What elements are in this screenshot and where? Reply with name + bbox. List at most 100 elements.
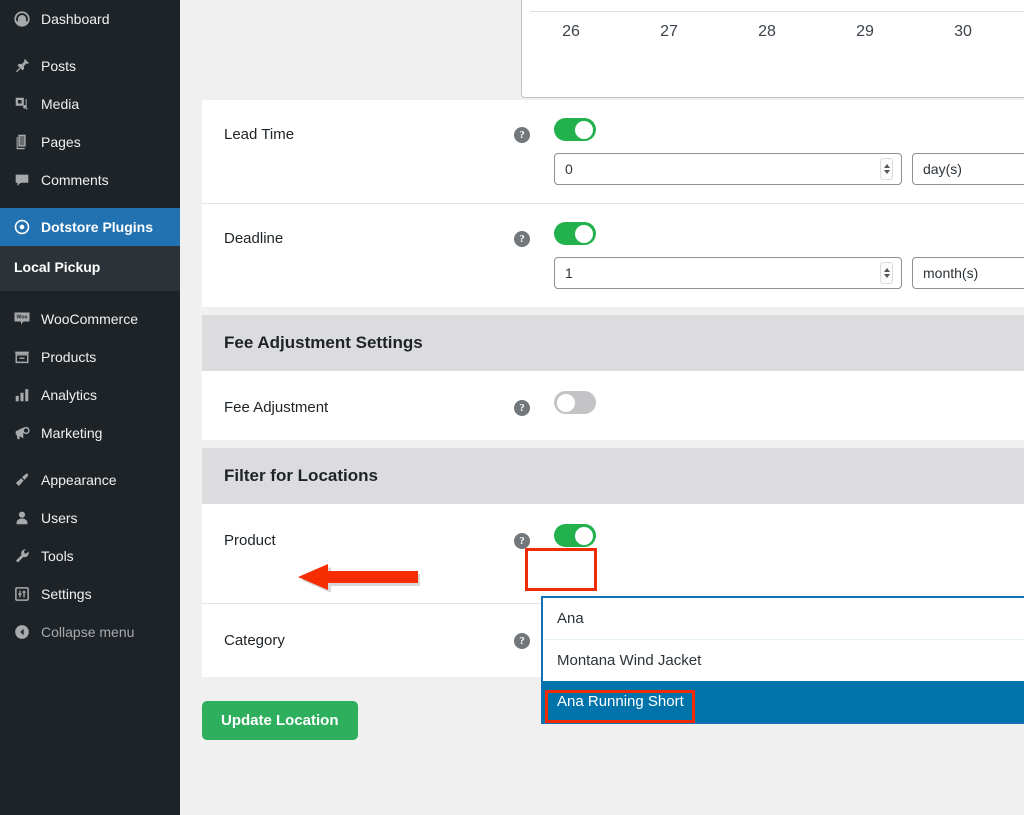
sidebar-item-dotstore-plugins[interactable]: Dotstore Plugins (0, 208, 188, 246)
admin-sidebar: Dashboard Posts Media Pages Comments Dot… (0, 0, 188, 815)
deadline-toggle[interactable] (554, 222, 596, 245)
sidebar-item-woocommerce[interactable]: Woo WooCommerce (0, 300, 180, 338)
lead-time-value: 0 (565, 161, 573, 177)
sidebar-item-pages[interactable]: Pages (0, 123, 180, 161)
sidebar-item-users[interactable]: Users (0, 499, 180, 537)
number-stepper[interactable] (880, 262, 893, 284)
calendar-day[interactable]: 30 (914, 23, 1012, 41)
help-icon[interactable]: ? (514, 533, 530, 549)
dropdown-option-selected[interactable]: Ana Running Short (543, 681, 1024, 722)
date-calendar-card[interactable]: 26 27 28 29 30 (521, 0, 1024, 98)
calendar-day[interactable]: 26 (522, 23, 620, 41)
sidebar-item-posts[interactable]: Posts (0, 47, 180, 85)
sidebar-subitem-local-pickup[interactable]: Local Pickup (0, 253, 180, 283)
product-label: Product (224, 532, 276, 549)
woo-icon: Woo (12, 309, 32, 329)
product-toggle[interactable] (554, 524, 596, 547)
product-row: Product ? (202, 504, 1024, 604)
lead-time-unit-select[interactable]: day(s) (912, 153, 1024, 185)
stepper-up-icon[interactable] (883, 268, 890, 272)
lead-time-row: Lead Time ? 0 day(s) (202, 100, 1024, 204)
lead-time-control: 0 day(s) (530, 118, 1024, 185)
lead-time-fields: 0 day(s) (554, 153, 1024, 185)
stepper-up-icon[interactable] (883, 164, 890, 168)
number-stepper[interactable] (880, 158, 893, 180)
category-label: Category (224, 632, 285, 649)
fee-adjustment-control (530, 391, 1002, 414)
tools-icon (12, 546, 32, 566)
card-gap (202, 307, 1024, 315)
stepper-down-icon[interactable] (883, 170, 890, 174)
lead-time-number-input[interactable]: 0 (554, 153, 902, 185)
lead-time-toggle[interactable] (554, 118, 596, 141)
sidebar-item-tools[interactable]: Tools (0, 537, 180, 575)
analytics-icon (12, 385, 32, 405)
deadline-unit-select[interactable]: month(s) (912, 257, 1024, 289)
sidebar-item-dashboard[interactable]: Dashboard (0, 0, 180, 38)
product-select-dropdown[interactable]: Ana Montana Wind Jacket Ana Running Shor… (541, 596, 1024, 724)
sidebar-item-analytics[interactable]: Analytics (0, 376, 180, 414)
fee-adjustment-section-header: Fee Adjustment Settings (202, 315, 1024, 371)
toggle-knob (575, 526, 593, 545)
sidebar-item-label: Comments (41, 172, 109, 188)
comments-icon (12, 170, 32, 190)
product-control (530, 524, 1002, 547)
update-location-button[interactable]: Update Location (202, 701, 358, 740)
dropdown-option[interactable]: Montana Wind Jacket (543, 640, 1024, 681)
sidebar-item-label: Dotstore Plugins (41, 219, 154, 235)
toggle-knob (575, 120, 593, 139)
sidebar-item-media[interactable]: Media (0, 85, 180, 123)
lead-time-unit-value: day(s) (923, 161, 962, 177)
sidebar-item-comments[interactable]: Comments (0, 161, 180, 199)
calendar-day[interactable]: 28 (718, 23, 816, 41)
deadline-label: Deadline (224, 230, 284, 247)
card-gap (202, 440, 1024, 448)
sidebar-item-appearance[interactable]: Appearance (0, 461, 180, 499)
sidebar-divider (0, 38, 180, 47)
sidebar-item-label: Marketing (41, 424, 103, 441)
toggle-knob (575, 224, 593, 243)
filter-locations-section-header: Filter for Locations (202, 448, 1024, 504)
schedule-settings-card: Lead Time ? 0 day(s) Deadline ? 1 month(… (202, 100, 1024, 307)
deadline-number-input[interactable]: 1 (554, 257, 902, 289)
appearance-icon (12, 470, 32, 490)
svg-text:Woo: Woo (16, 314, 27, 320)
toggle-knob (556, 393, 575, 412)
deadline-row: Deadline ? 1 month(s) (202, 204, 1024, 307)
calendar-day[interactable]: 27 (620, 23, 718, 41)
help-icon[interactable]: ? (514, 400, 530, 416)
calendar-divider (530, 11, 1024, 12)
calendar-week-row: 26 27 28 29 30 (522, 23, 1024, 41)
sidebar-item-marketing[interactable]: Marketing (0, 414, 180, 452)
wp-admin-screen: Dashboard Posts Media Pages Comments Dot… (0, 0, 1024, 815)
product-search-input[interactable]: Ana (543, 598, 1024, 640)
sidebar-item-label: Posts (41, 58, 77, 74)
users-icon (12, 508, 32, 528)
sidebar-item-label: Pages (41, 134, 81, 150)
help-icon[interactable]: ? (514, 127, 530, 143)
sidebar-divider (0, 291, 180, 300)
help-icon[interactable]: ? (514, 633, 530, 649)
pages-icon (12, 132, 32, 152)
sidebar-item-products[interactable]: Products (0, 338, 180, 376)
sidebar-divider (0, 199, 180, 208)
calendar-day[interactable]: 29 (816, 23, 914, 41)
sidebar-item-label: Settings (41, 585, 92, 602)
marketing-icon (12, 423, 32, 443)
pin-icon (12, 56, 32, 76)
products-icon (12, 347, 32, 367)
settings-icon (12, 584, 32, 604)
sidebar-item-collapse-menu[interactable]: Collapse menu (0, 613, 180, 651)
sidebar-submenu: Local Pickup (0, 246, 180, 291)
fee-adjustment-row: Fee Adjustment ? (202, 371, 1024, 440)
deadline-fields: 1 month(s) (554, 257, 1024, 289)
collapse-icon (12, 622, 32, 642)
dashboard-icon (12, 9, 32, 29)
fee-adjustment-toggle[interactable] (554, 391, 596, 414)
help-icon[interactable]: ? (514, 231, 530, 247)
sidebar-item-label: WooCommerce (41, 310, 138, 327)
sidebar-item-label: Appearance (41, 471, 117, 488)
sidebar-divider (0, 452, 180, 461)
stepper-down-icon[interactable] (883, 274, 890, 278)
sidebar-item-settings[interactable]: Settings (0, 575, 180, 613)
